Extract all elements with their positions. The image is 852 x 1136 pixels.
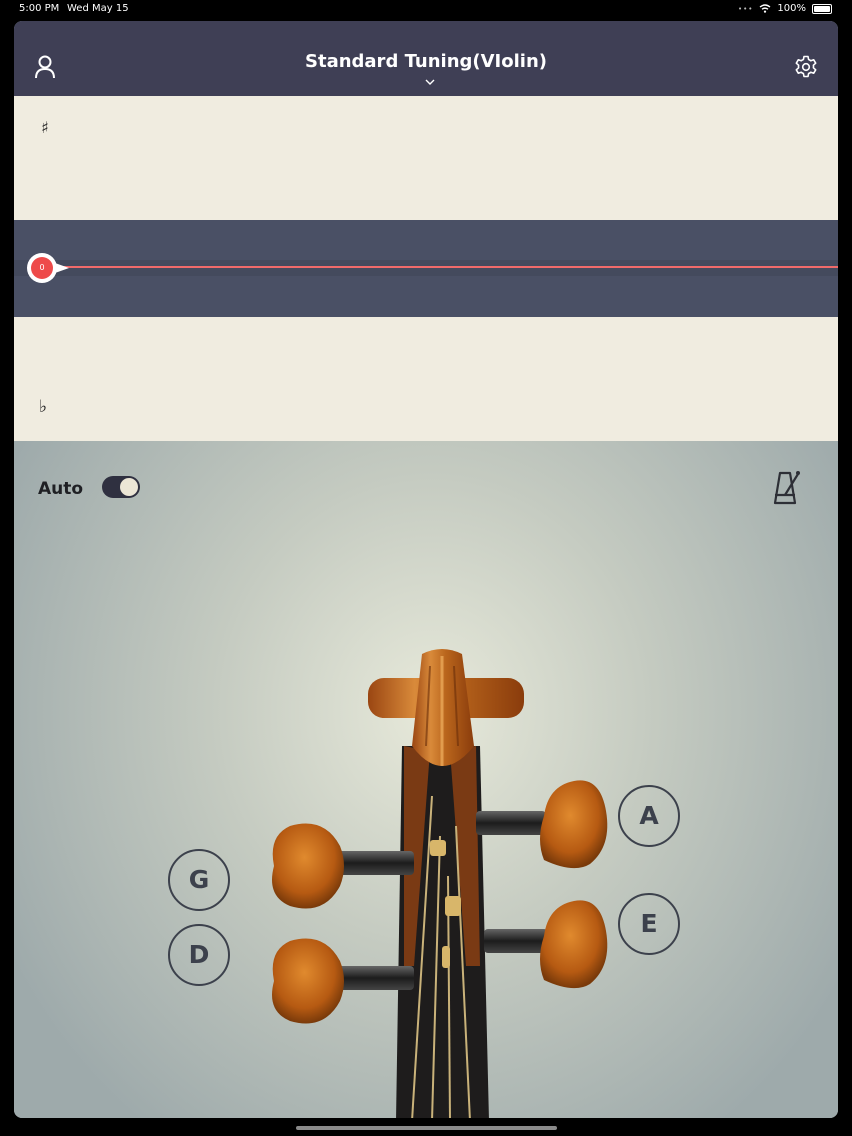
settings-button[interactable]	[794, 55, 818, 83]
home-indicator[interactable]	[296, 1126, 557, 1130]
flat-zone: ♭	[14, 317, 838, 441]
tuner-app: Standard Tuning(VIolin) ♯ 0 ♭ Auto G D A…	[14, 21, 838, 1118]
status-right: ••• 100%	[738, 3, 832, 14]
sharp-symbol: ♯	[41, 118, 49, 137]
needle-pointer	[55, 263, 69, 273]
toggle-knob	[120, 478, 138, 496]
metronome-button[interactable]	[770, 469, 802, 511]
tuning-meter: 0	[14, 220, 838, 317]
auto-toggle[interactable]	[102, 476, 140, 498]
top-bar: Standard Tuning(VIolin)	[14, 21, 838, 96]
flat-symbol: ♭	[39, 397, 48, 417]
string-e-button[interactable]: E	[618, 893, 680, 955]
violin-scroll-illustration	[272, 649, 608, 1118]
status-time: 5:00 PM	[19, 3, 60, 14]
gear-icon	[795, 55, 817, 78]
meter-band	[14, 260, 838, 276]
metronome-icon	[773, 471, 800, 505]
battery-icon	[812, 3, 832, 14]
sharp-zone: ♯	[14, 96, 838, 220]
string-d-button[interactable]: D	[168, 924, 230, 986]
chevron-down-icon[interactable]	[425, 79, 435, 85]
string-g-button[interactable]: G	[168, 849, 230, 911]
pitch-line	[28, 266, 838, 268]
wifi-icon	[759, 4, 771, 13]
status-date: Wed May 15	[67, 3, 129, 14]
tuning-title[interactable]: Standard Tuning(VIolin)	[14, 51, 838, 72]
auto-label: Auto	[38, 479, 84, 499]
status-bar: 5:00 PM Wed May 15 ••• 100%	[0, 0, 852, 20]
pitch-needle: 0	[27, 253, 57, 283]
string-a-button[interactable]: A	[618, 785, 680, 847]
multitasking-dots-icon: •••	[738, 4, 754, 13]
instrument-area: Auto G D A E	[14, 441, 838, 1118]
needle-value: 0	[31, 257, 53, 279]
battery-percent: 100%	[777, 3, 806, 14]
